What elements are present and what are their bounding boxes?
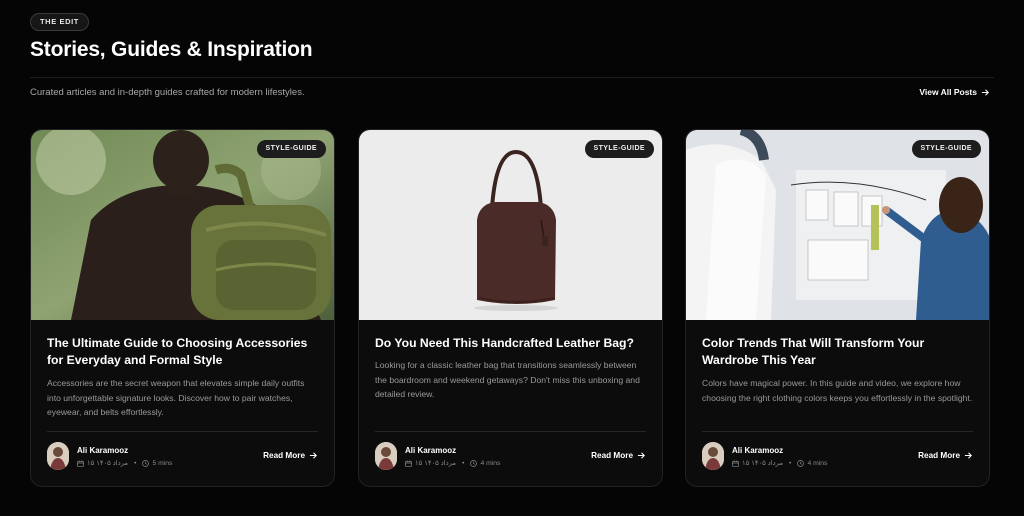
post-excerpt: Looking for a classic leather bag that t…: [375, 360, 640, 399]
edit-badge: THE EDIT: [30, 13, 89, 31]
page-title: Stories, Guides & Inspiration: [30, 38, 313, 61]
page-subtitle: Curated articles and in-depth guides cra…: [30, 87, 305, 98]
category-tag[interactable]: STYLE-GUIDE: [584, 140, 654, 158]
avatar: [47, 442, 69, 470]
post-meta: ۱۵ مرداد ۱۴۰۵ • 4 mins: [732, 459, 827, 467]
read-more-link[interactable]: Read More: [918, 451, 973, 460]
calendar-icon: [405, 459, 412, 467]
header-divider: [30, 77, 994, 78]
clock-icon: [797, 459, 805, 467]
author-avatar-image: [375, 442, 397, 470]
view-all-label: View All Posts: [919, 87, 977, 97]
arrow-right-icon: [981, 88, 989, 96]
read-more-label: Read More: [591, 451, 633, 460]
post-card[interactable]: STYLE-GUIDE The Ultimate Guide to Choosi…: [30, 129, 335, 487]
author-avatar-image: [702, 442, 724, 470]
post-date: ۱۵ مرداد ۱۴۰۵: [742, 460, 784, 467]
leather-bag-photo: [359, 130, 662, 320]
calendar-icon: [732, 459, 739, 467]
avatar: [702, 442, 724, 470]
post-date: ۱۵ مرداد ۱۴۰۵: [87, 460, 129, 467]
arrow-right-icon: [309, 452, 317, 459]
read-time: 5 mins: [152, 459, 173, 467]
read-time: 4 mins: [807, 459, 828, 467]
post-title[interactable]: Do You Need This Handcrafted Leather Bag…: [375, 335, 648, 352]
post-card[interactable]: STYLE-GUIDE Color Trends That Will Trans…: [685, 129, 990, 487]
author-avatar-image: [47, 442, 69, 470]
read-more-link[interactable]: Read More: [263, 451, 318, 460]
post-image-fashion-studio[interactable]: STYLE-GUIDE: [686, 130, 989, 320]
post-meta: ۱۵ مرداد ۱۴۰۵ • 5 mins: [77, 459, 172, 467]
post-card[interactable]: STYLE-GUIDE Do You Need This Handcrafted…: [358, 129, 663, 487]
read-more-label: Read More: [263, 451, 305, 460]
fashion-studio-photo: [686, 130, 989, 320]
calendar-icon: [77, 459, 84, 467]
card-divider: [47, 431, 318, 432]
post-meta: ۱۵ مرداد ۱۴۰۵ • 4 mins: [405, 459, 500, 467]
arrow-right-icon: [637, 452, 645, 459]
read-more-label: Read More: [918, 451, 960, 460]
author-name: Ali Karamooz: [405, 446, 457, 455]
card-divider: [375, 431, 646, 432]
category-tag[interactable]: STYLE-GUIDE: [256, 140, 326, 158]
read-more-link[interactable]: Read More: [591, 451, 646, 460]
clock-icon: [142, 459, 150, 467]
backpack-photo: [31, 130, 334, 320]
card-divider: [702, 431, 973, 432]
post-date: ۱۵ مرداد ۱۴۰۵: [415, 460, 457, 467]
post-image-leather-bag[interactable]: STYLE-GUIDE: [359, 130, 662, 320]
author-name: Ali Karamooz: [77, 446, 129, 455]
post-image-backpack[interactable]: STYLE-GUIDE: [31, 130, 334, 320]
category-tag[interactable]: STYLE-GUIDE: [911, 140, 981, 158]
post-excerpt: Colors have magical power. In this guide…: [702, 378, 973, 403]
post-title[interactable]: Color Trends That Will Transform Your Wa…: [702, 335, 975, 369]
avatar: [375, 442, 397, 470]
author-name: Ali Karamooz: [732, 446, 784, 455]
read-time: 4 mins: [480, 459, 501, 467]
post-excerpt: Accessories are the secret weapon that e…: [47, 378, 305, 417]
view-all-posts-link[interactable]: View All Posts: [919, 87, 990, 97]
post-title[interactable]: The Ultimate Guide to Choosing Accessori…: [47, 335, 320, 369]
clock-icon: [470, 459, 478, 467]
arrow-right-icon: [964, 452, 972, 459]
